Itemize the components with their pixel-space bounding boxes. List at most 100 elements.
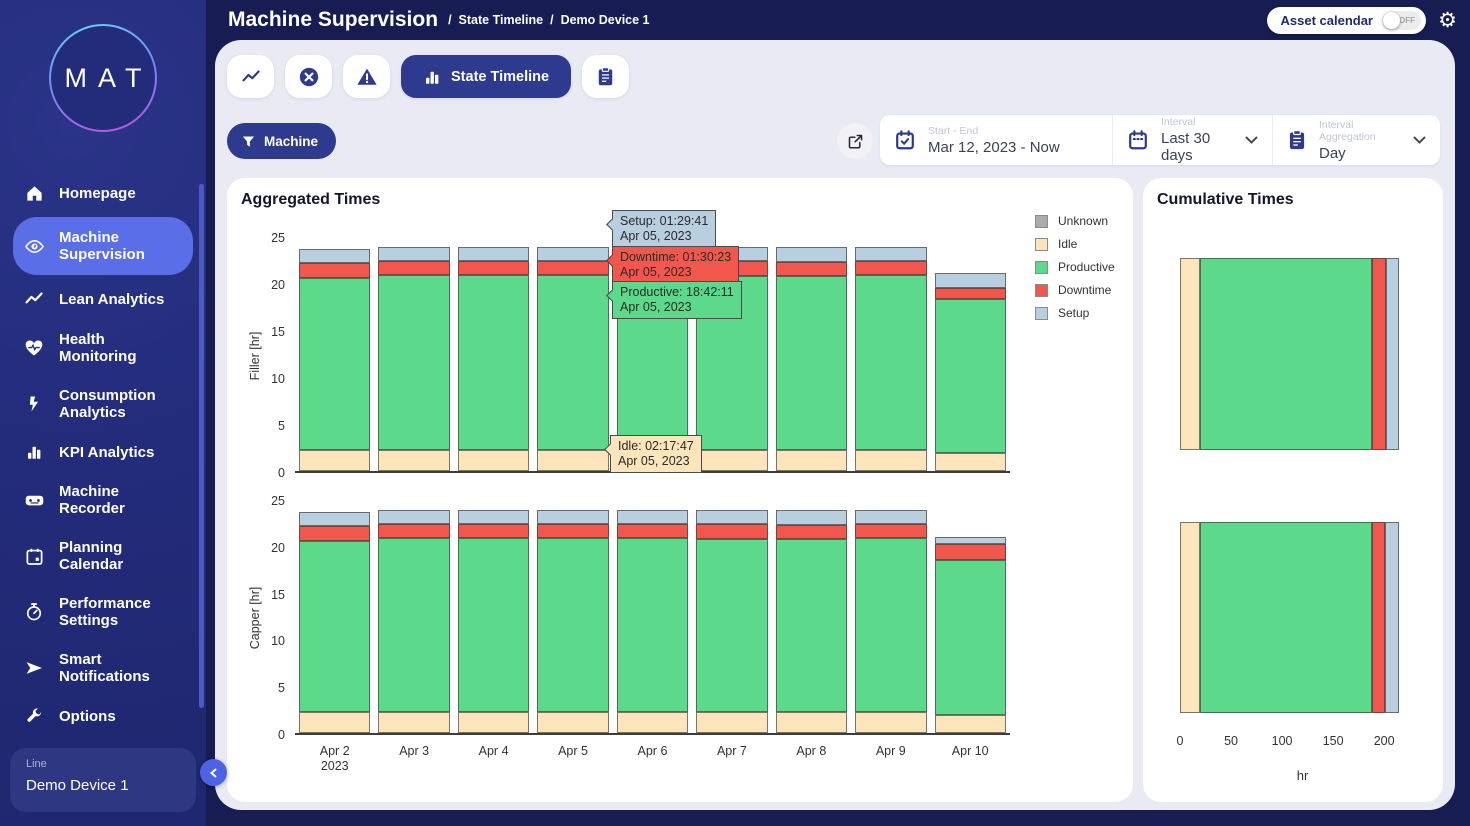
segment-productive[interactable] bbox=[458, 275, 529, 450]
segment-productive[interactable] bbox=[776, 539, 847, 712]
export-button[interactable] bbox=[837, 123, 873, 159]
segment-idle[interactable] bbox=[378, 712, 449, 733]
legend-item-productive[interactable]: Productive bbox=[1035, 260, 1115, 274]
segment-idle[interactable] bbox=[855, 450, 926, 471]
sidebar-item-consumption-analytics[interactable]: Consumption Analytics bbox=[13, 379, 193, 429]
sidebar-item-lean-analytics[interactable]: Lean Analytics bbox=[13, 281, 193, 317]
segment-setup[interactable] bbox=[935, 273, 1006, 289]
report-view-button[interactable] bbox=[582, 55, 629, 98]
sidebar-scrollbar[interactable] bbox=[199, 184, 204, 708]
cumulative-segment-productive[interactable] bbox=[1200, 258, 1372, 450]
segment-idle[interactable] bbox=[299, 450, 370, 471]
segment-productive[interactable] bbox=[378, 538, 449, 712]
segment-setup[interactable] bbox=[537, 247, 608, 261]
legend-item-unknown[interactable]: Unknown bbox=[1035, 214, 1115, 228]
sidebar-item-kpi-analytics[interactable]: KPI Analytics bbox=[13, 435, 193, 469]
segment-downtime[interactable] bbox=[458, 261, 529, 275]
cumulative-segment-setup[interactable] bbox=[1386, 258, 1399, 450]
sidebar-item-smart-notifications[interactable]: Smart Notifications bbox=[13, 643, 193, 693]
asset-calendar-toggle[interactable]: OFF bbox=[1382, 11, 1421, 30]
segment-downtime[interactable] bbox=[935, 544, 1006, 561]
stops-view-button[interactable] bbox=[285, 55, 332, 98]
segment-idle[interactable] bbox=[537, 450, 608, 471]
segment-setup[interactable] bbox=[617, 510, 688, 524]
segment-downtime[interactable] bbox=[776, 262, 847, 276]
segment-idle[interactable] bbox=[935, 715, 1006, 733]
breadcrumb-device[interactable]: Demo Device 1 bbox=[561, 13, 650, 27]
sidebar-item-planning-calendar[interactable]: Planning Calendar bbox=[13, 531, 193, 581]
segment-productive[interactable] bbox=[776, 276, 847, 449]
segment-productive[interactable] bbox=[935, 560, 1006, 715]
sidebar-item-homepage[interactable]: Homepage bbox=[13, 176, 193, 211]
segment-setup[interactable] bbox=[776, 247, 847, 262]
sidebar-collapse-button[interactable] bbox=[200, 759, 227, 786]
segment-downtime[interactable] bbox=[537, 261, 608, 275]
segment-setup[interactable] bbox=[458, 510, 529, 524]
segment-idle[interactable] bbox=[696, 450, 767, 471]
segment-downtime[interactable] bbox=[855, 524, 926, 538]
segment-idle[interactable] bbox=[458, 712, 529, 733]
legend-item-setup[interactable]: Setup bbox=[1035, 306, 1115, 320]
cumulative-segment-idle[interactable] bbox=[1180, 258, 1200, 450]
machine-filter-button[interactable]: Machine bbox=[227, 123, 336, 159]
segment-idle[interactable] bbox=[855, 712, 926, 733]
sidebar-item-options[interactable]: Options bbox=[13, 699, 193, 733]
segment-downtime[interactable] bbox=[378, 261, 449, 275]
segment-setup[interactable] bbox=[458, 247, 529, 261]
segment-downtime[interactable] bbox=[378, 524, 449, 538]
segment-downtime[interactable] bbox=[458, 524, 529, 538]
legend-item-idle[interactable]: Idle bbox=[1035, 237, 1115, 251]
cumulative-segment-downtime[interactable] bbox=[1372, 258, 1386, 450]
state-timeline-button[interactable]: State Timeline bbox=[401, 55, 571, 98]
device-card[interactable]: Line Demo Device 1 bbox=[10, 748, 196, 812]
sidebar-item-machine-recorder[interactable]: Machine Recorder bbox=[13, 475, 193, 525]
segment-setup[interactable] bbox=[378, 247, 449, 261]
segment-productive[interactable] bbox=[855, 538, 926, 712]
segment-setup[interactable] bbox=[378, 510, 449, 524]
cumulative-segment-downtime[interactable] bbox=[1372, 522, 1385, 713]
interval-select[interactable]: Interval Last 30 days bbox=[1112, 115, 1272, 165]
segment-setup[interactable] bbox=[776, 510, 847, 525]
legend-item-downtime[interactable]: Downtime bbox=[1035, 283, 1115, 297]
segment-idle[interactable] bbox=[776, 712, 847, 733]
segment-downtime[interactable] bbox=[776, 525, 847, 539]
segment-downtime[interactable] bbox=[537, 524, 608, 538]
trend-view-button[interactable] bbox=[227, 55, 274, 98]
segment-setup[interactable] bbox=[696, 510, 767, 524]
segment-downtime[interactable] bbox=[935, 288, 1006, 298]
segment-downtime[interactable] bbox=[299, 263, 370, 278]
segment-idle[interactable] bbox=[617, 712, 688, 733]
segment-setup[interactable] bbox=[855, 247, 926, 261]
alarms-view-button[interactable] bbox=[343, 55, 390, 98]
segment-idle[interactable] bbox=[776, 450, 847, 471]
segment-idle[interactable] bbox=[378, 450, 449, 471]
segment-idle[interactable] bbox=[299, 712, 370, 733]
sidebar-item-health-monitoring[interactable]: Health Monitoring bbox=[13, 323, 193, 373]
sidebar-item-machine-supervision[interactable]: Machine Supervision bbox=[13, 217, 193, 275]
segment-downtime[interactable] bbox=[696, 524, 767, 538]
segment-setup[interactable] bbox=[299, 249, 370, 263]
segment-downtime[interactable] bbox=[855, 261, 926, 275]
cumulative-segment-idle[interactable] bbox=[1180, 522, 1200, 713]
segment-productive[interactable] bbox=[537, 538, 608, 712]
segment-idle[interactable] bbox=[935, 453, 1006, 471]
segment-setup[interactable] bbox=[299, 512, 370, 526]
sidebar-item-performance-settings[interactable]: Performance Settings bbox=[13, 587, 193, 637]
segment-idle[interactable] bbox=[458, 450, 529, 471]
segment-idle[interactable] bbox=[537, 712, 608, 733]
cumulative-segment-productive[interactable] bbox=[1200, 522, 1372, 713]
segment-productive[interactable] bbox=[696, 539, 767, 712]
segment-idle[interactable] bbox=[696, 712, 767, 733]
segment-productive[interactable] bbox=[537, 275, 608, 449]
breadcrumb-state-timeline[interactable]: State Timeline bbox=[459, 13, 544, 27]
segment-downtime[interactable] bbox=[617, 524, 688, 538]
segment-productive[interactable] bbox=[378, 275, 449, 449]
segment-setup[interactable] bbox=[537, 510, 608, 524]
interval-aggregation-select[interactable]: Interval Aggregation Day bbox=[1272, 115, 1440, 165]
segment-productive[interactable] bbox=[299, 541, 370, 712]
segment-productive[interactable] bbox=[617, 538, 688, 712]
segment-productive[interactable] bbox=[935, 299, 1006, 454]
segment-downtime[interactable] bbox=[299, 526, 370, 541]
start-end-control[interactable]: Start - End Mar 12, 2023 - Now bbox=[880, 115, 1112, 165]
cumulative-segment-setup[interactable] bbox=[1385, 522, 1399, 713]
